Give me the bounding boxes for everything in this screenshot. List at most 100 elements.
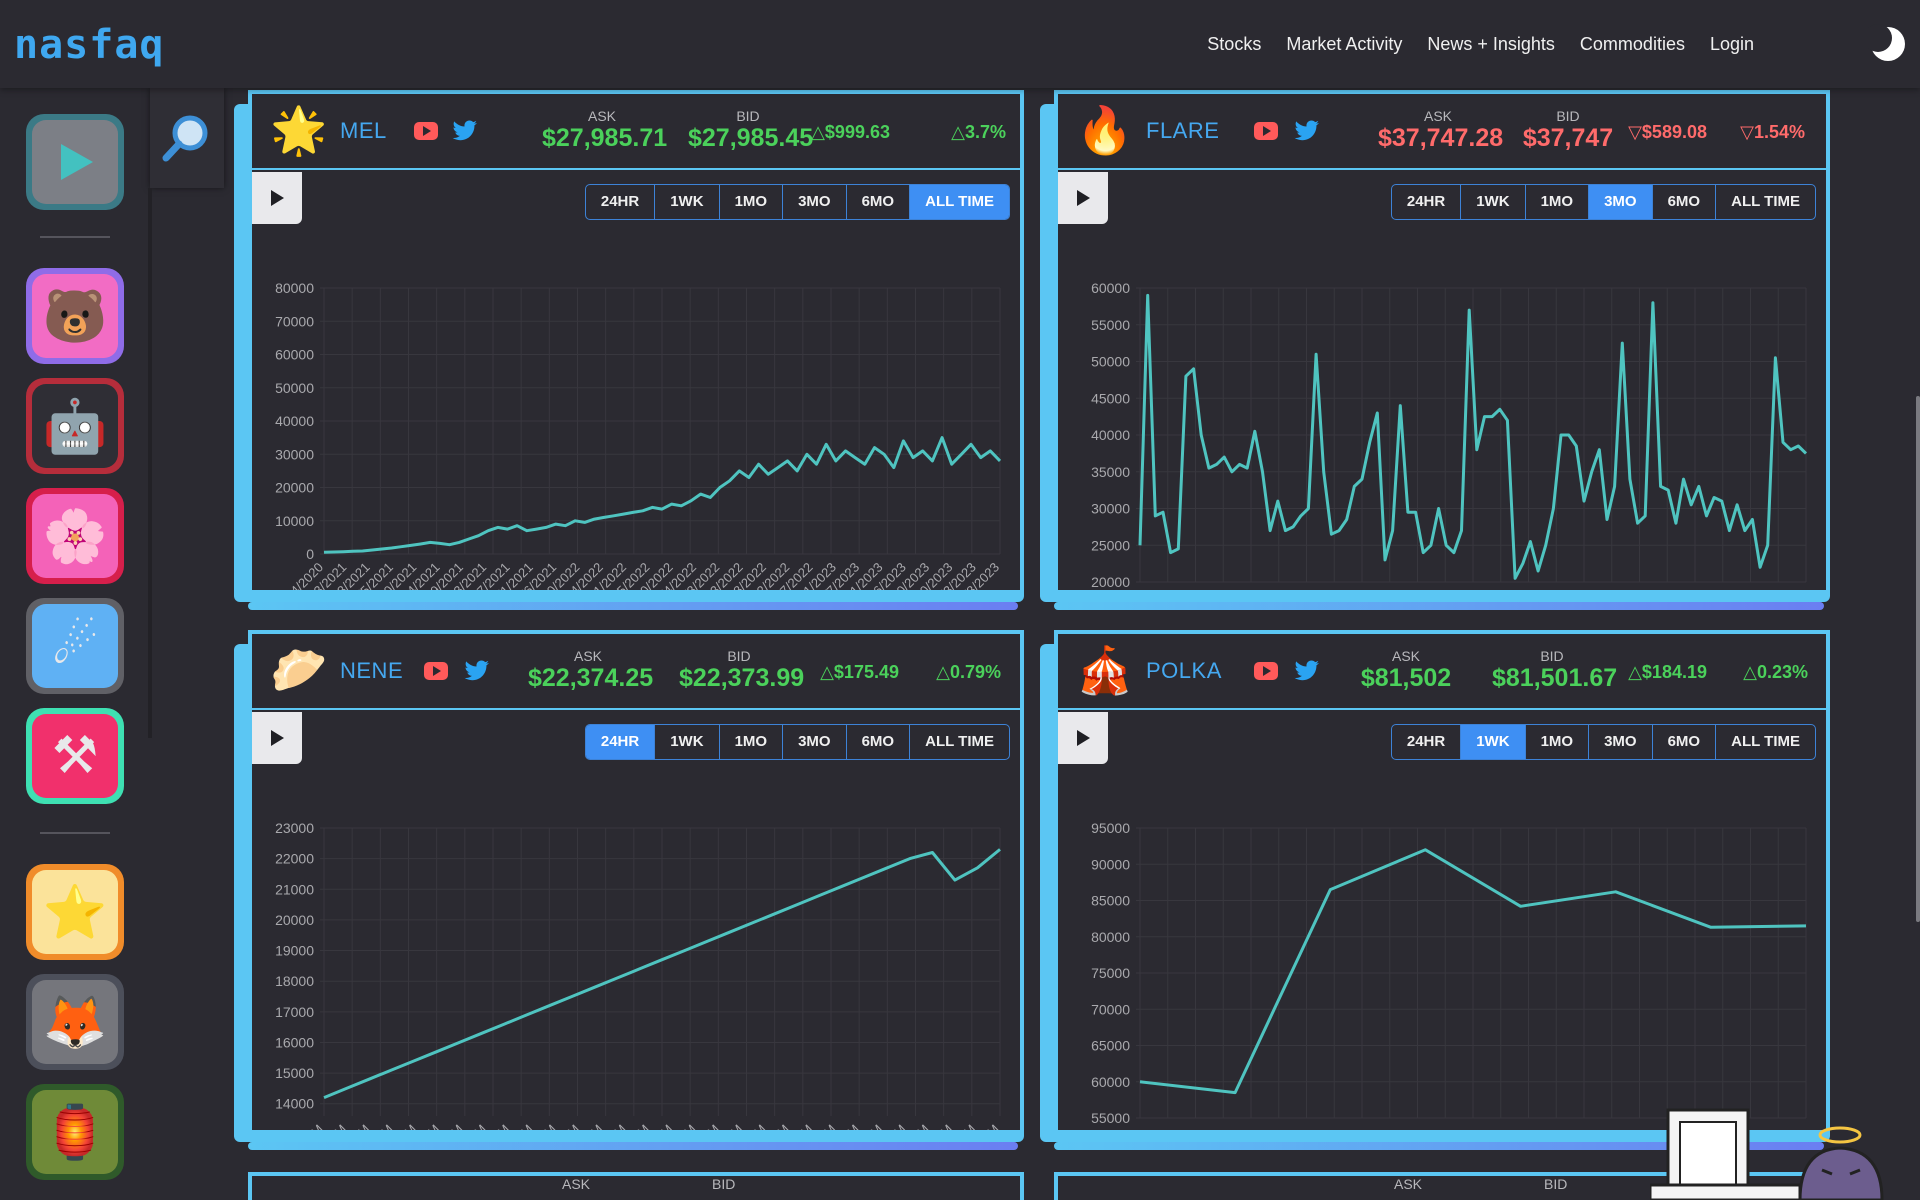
y-tick-label: 21000 (275, 881, 314, 897)
range-1mo-button[interactable]: 1MO (1526, 185, 1590, 219)
nav-news-insights[interactable]: News + Insights (1427, 34, 1555, 55)
range-1mo-button[interactable]: 1MO (720, 725, 784, 759)
card-header: 🔥 FLARE ASK $37,747.28 BID $37,747 ▽$589… (1058, 94, 1826, 170)
nav-commodities[interactable]: Commodities (1580, 34, 1685, 55)
twitter-icon[interactable] (452, 120, 478, 142)
price-chart[interactable]: 20000 25000 30000 35000 40000 45000 50000 55000… (1058, 230, 1826, 590)
stock-card-polka: 🎪 POLKA ASK $81,502 BID $81,501.67 △$184… (1040, 630, 1830, 1150)
range-6mo-button[interactable]: 6MO (847, 185, 911, 219)
ticker-symbol[interactable]: MEL (340, 118, 387, 144)
play-icon (1077, 190, 1090, 206)
moon-icon[interactable] (1868, 24, 1908, 64)
range-1wk-button[interactable]: 1WK (1461, 185, 1526, 219)
x-tick-label: 10/11/2023 (1752, 588, 1808, 590)
chart-play-button[interactable] (1058, 712, 1108, 764)
site-logo[interactable]: nasfaq (14, 22, 165, 68)
y-tick-label: 85000 (1091, 893, 1130, 909)
sidebar-item-robot[interactable]: 🤖 (26, 378, 124, 474)
card-header: 🎪 POLKA ASK $81,502 BID $81,501.67 △$184… (1058, 634, 1826, 710)
x-tick-label: 10/6/2023 (1109, 1129, 1171, 1130)
sidebar-item-fox[interactable]: 🦊 (26, 974, 124, 1070)
sidebar-play-button[interactable] (26, 114, 124, 210)
sidebar-item-bear[interactable]: 🐻 (26, 268, 124, 364)
chart-play-button[interactable] (252, 172, 302, 224)
price-chart[interactable]: 0 10000 20000 30000 40000 50000 60000 70000 8000… (252, 230, 1020, 590)
range-all-time-button[interactable]: ALL TIME (910, 725, 1009, 759)
card-header: 🥟 NENE ASK $22,374.25 BID $22,373.99 △$1… (252, 634, 1020, 710)
ticker-symbol[interactable]: NENE (340, 658, 403, 684)
y-tick-label: 23000 (275, 820, 314, 836)
y-tick-label: 30000 (275, 446, 314, 462)
nav-market-activity[interactable]: Market Activity (1286, 34, 1402, 55)
youtube-icon[interactable] (1254, 662, 1278, 680)
y-tick-label: 50000 (1091, 354, 1130, 370)
range-6mo-button[interactable]: 6MO (1653, 185, 1717, 219)
dumpling-icon: 🥟 (270, 644, 328, 696)
range-1wk-button[interactable]: 1WK (655, 185, 720, 219)
stock-card-peek: ASK BID (248, 1172, 1024, 1200)
range-all-time-button[interactable]: ALL TIME (1716, 725, 1815, 759)
change-percent: △0.79% (881, 662, 1001, 683)
circus-tent-icon: 🎪 (1076, 644, 1134, 696)
chart-play-button[interactable] (1058, 172, 1108, 224)
range-3mo-button[interactable]: 3MO (783, 185, 847, 219)
range-1wk-button[interactable]: 1WK (1461, 725, 1526, 759)
range-3mo-button[interactable]: 3MO (1589, 185, 1653, 219)
top-navbar: nasfaq Stocks Market Activity News + Ins… (0, 0, 1920, 88)
page-scrollbar[interactable] (1916, 396, 1920, 922)
magnifier-icon (162, 115, 208, 162)
search-button[interactable] (150, 88, 224, 188)
sidebar-item-sakura[interactable]: 🌸 (26, 488, 124, 584)
youtube-icon[interactable] (1254, 122, 1278, 140)
range-3mo-button[interactable]: 3MO (1589, 725, 1653, 759)
sidebar-divider (40, 236, 110, 238)
sidebar-item-comet[interactable]: ☄ (26, 598, 124, 694)
y-tick-label: 19000 (275, 943, 314, 959)
hammers-icon: ⚒ (32, 714, 118, 798)
change-percent-value: 0.23% (1756, 662, 1808, 682)
twitter-icon[interactable] (464, 660, 490, 682)
up-triangle-icon: △ (936, 662, 950, 682)
card-frame: 🎪 POLKA ASK $81,502 BID $81,501.67 △$184… (1054, 630, 1830, 1134)
stock-card-mel: 🌟 MEL ASK $27,985.71 BID $27,985.45 △$99… (234, 90, 1024, 610)
range-1wk-button[interactable]: 1WK (655, 725, 720, 759)
sidebar-shadow (148, 188, 152, 738)
ticker-symbol[interactable]: POLKA (1146, 658, 1222, 684)
range-3mo-button[interactable]: 3MO (783, 725, 847, 759)
range-24hr-button[interactable]: 24HR (1392, 185, 1462, 219)
range-1mo-button[interactable]: 1MO (720, 185, 784, 219)
main-nav: Stocks Market Activity News + Insights C… (1207, 34, 1754, 55)
range-6mo-button[interactable]: 6MO (1653, 725, 1717, 759)
nav-login[interactable]: Login (1710, 34, 1754, 55)
youtube-icon[interactable] (424, 662, 448, 680)
y-tick-label: 22000 (275, 851, 314, 867)
range-all-time-button[interactable]: ALL TIME (1716, 185, 1815, 219)
twitter-icon[interactable] (1294, 120, 1320, 142)
twitter-icon[interactable] (1294, 660, 1320, 682)
chart-play-button[interactable] (252, 712, 302, 764)
ticker-symbol[interactable]: FLARE (1146, 118, 1219, 144)
range-all-time-button[interactable]: ALL TIME (910, 185, 1009, 219)
range-24hr-button[interactable]: 24HR (585, 725, 656, 759)
range-24hr-button[interactable]: 24HR (586, 185, 656, 219)
y-tick-label: 15000 (275, 1065, 314, 1081)
y-tick-label: 55000 (1091, 1110, 1130, 1126)
up-triangle-icon: △ (1743, 662, 1757, 682)
x-tick-label: 10/9/2023 (1394, 1129, 1456, 1130)
range-selector: 24HR 1WK 1MO 3MO 6MO ALL TIME (1390, 724, 1816, 760)
youtube-icon[interactable] (414, 122, 438, 140)
change-percent: ▽1.54% (1685, 122, 1805, 143)
price-chart[interactable]: 14000 15000 16000 17000 18000 19000 20000 21000… (252, 770, 1020, 1130)
sidebar-item-hammers[interactable]: ⚒ (26, 708, 124, 804)
nav-stocks[interactable]: Stocks (1207, 34, 1261, 55)
lantern-icon: 🏮 (32, 1090, 118, 1174)
star-sun-icon: 🌟 (270, 104, 328, 156)
sidebar-item-star[interactable]: ⭐ (26, 864, 124, 960)
range-6mo-button[interactable]: 6MO (847, 725, 911, 759)
range-1mo-button[interactable]: 1MO (1526, 725, 1590, 759)
change-amount: △$184.19 (1563, 662, 1707, 683)
sidebar-item-lantern[interactable]: 🏮 (26, 1084, 124, 1180)
price-chart[interactable]: 55000 60000 65000 70000 75000 80000 85000 90000… (1058, 770, 1826, 1130)
range-24hr-button[interactable]: 24HR (1392, 725, 1462, 759)
y-tick-label: 20000 (275, 480, 314, 496)
